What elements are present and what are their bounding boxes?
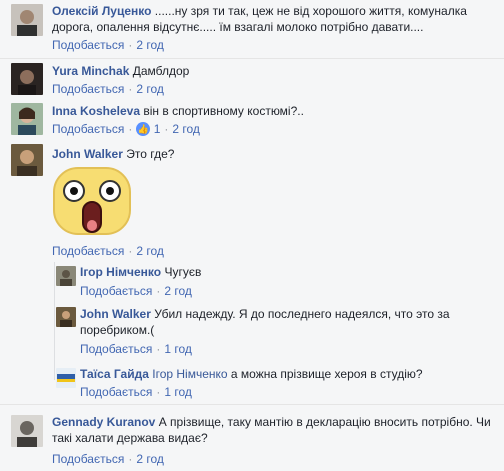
like-link[interactable]: Подобається xyxy=(80,284,152,298)
reply-time[interactable]: 2 год xyxy=(164,284,192,298)
reply-thread-line xyxy=(54,262,55,380)
separator-dot: · xyxy=(128,244,133,258)
separator-dot: · xyxy=(156,284,161,298)
avatar[interactable] xyxy=(11,103,43,135)
like-link[interactable]: Подобається xyxy=(52,244,124,258)
avatar[interactable] xyxy=(11,63,43,95)
comment-time[interactable]: 2 год xyxy=(136,244,164,258)
comment-actions: Подобається · 2 год xyxy=(52,243,164,259)
reply-text: Чугуєв xyxy=(164,265,202,279)
comment-text: він в спортивному костюмі?.. xyxy=(143,104,304,118)
comment-actions: Подобається · 👍 1 · 2 год xyxy=(52,121,200,137)
like-link[interactable]: Подобається xyxy=(52,122,124,136)
comment-text: Дамблдор xyxy=(132,64,190,78)
divider xyxy=(0,58,504,59)
reply-body: John Walker Убил надежду. Я до последнег… xyxy=(80,306,490,338)
reply-text: а можна прізвище хероя в студію? xyxy=(230,367,423,381)
comment-author[interactable]: Yura Minchak xyxy=(52,64,129,78)
comment-author[interactable]: Inna Kosheleva xyxy=(52,104,140,118)
divider xyxy=(0,404,504,405)
comment-actions: Подобається · 2 год xyxy=(52,81,164,97)
avatar[interactable] xyxy=(11,4,43,36)
like-link[interactable]: Подобається xyxy=(52,82,124,96)
comment-time[interactable]: 2 год xyxy=(136,38,164,52)
avatar[interactable] xyxy=(11,144,43,176)
reply-time[interactable]: 1 год xyxy=(164,342,192,356)
reply-actions: Подобається · 1 год xyxy=(80,341,192,357)
comment-author[interactable]: Олексій Луценко xyxy=(52,4,151,18)
separator-dot: · xyxy=(156,385,161,399)
comment-author[interactable]: John Walker xyxy=(52,147,123,161)
mention-tag[interactable]: Ігор Німченко xyxy=(152,367,227,381)
like-link[interactable]: Подобається xyxy=(52,38,124,52)
reply-author[interactable]: Таїса Гайда xyxy=(80,367,149,381)
shocked-face-sticker xyxy=(52,166,132,236)
separator-dot: · xyxy=(128,122,133,136)
separator-dot: · xyxy=(156,342,161,356)
like-link[interactable]: Подобається xyxy=(80,342,152,356)
avatar[interactable] xyxy=(56,368,76,388)
reply-actions: Подобається · 1 год xyxy=(80,384,192,400)
like-link[interactable]: Подобається xyxy=(80,385,152,399)
separator-dot: · xyxy=(128,38,133,52)
reply-body: Таїса Гайда Ігор Німченко а можна прізви… xyxy=(80,366,495,382)
comment-body: Олексій Луценко ......ну зря ти так, цеж… xyxy=(52,3,497,35)
comment-actions: Подобається · 2 год xyxy=(52,37,164,53)
reply-author[interactable]: John Walker xyxy=(80,307,151,321)
comment-actions: Подобається · 2 год xyxy=(52,451,164,467)
reply-author[interactable]: Ігор Німченко xyxy=(80,265,161,279)
comment-body: Yura Minchak Дамблдор xyxy=(52,63,497,79)
comment-time[interactable]: 2 год xyxy=(172,122,200,136)
separator-dot: · xyxy=(128,82,133,96)
avatar[interactable] xyxy=(56,266,76,286)
avatar[interactable] xyxy=(56,307,76,327)
separator-dot: · xyxy=(164,122,169,136)
comment-text: Это где? xyxy=(126,147,175,161)
comment-time[interactable]: 2 год xyxy=(136,452,164,466)
like-link[interactable]: Подобається xyxy=(52,452,124,466)
separator-dot: · xyxy=(128,452,133,466)
comment-body: Gennady Kuranov А прізвище, таку мантію … xyxy=(52,414,497,446)
reply-body: Ігор Німченко Чугуєв xyxy=(80,264,495,280)
comment-body: Inna Kosheleva він в спортивному костюмі… xyxy=(52,103,497,119)
reply-actions: Подобається · 2 год xyxy=(80,283,192,299)
comment-time[interactable]: 2 год xyxy=(136,82,164,96)
comment-body: John Walker Это где? xyxy=(52,146,497,162)
comment-author[interactable]: Gennady Kuranov xyxy=(52,415,155,429)
like-reaction-icon[interactable]: 👍 xyxy=(136,122,151,136)
avatar[interactable] xyxy=(11,415,43,447)
reply-time[interactable]: 1 год xyxy=(164,385,192,399)
